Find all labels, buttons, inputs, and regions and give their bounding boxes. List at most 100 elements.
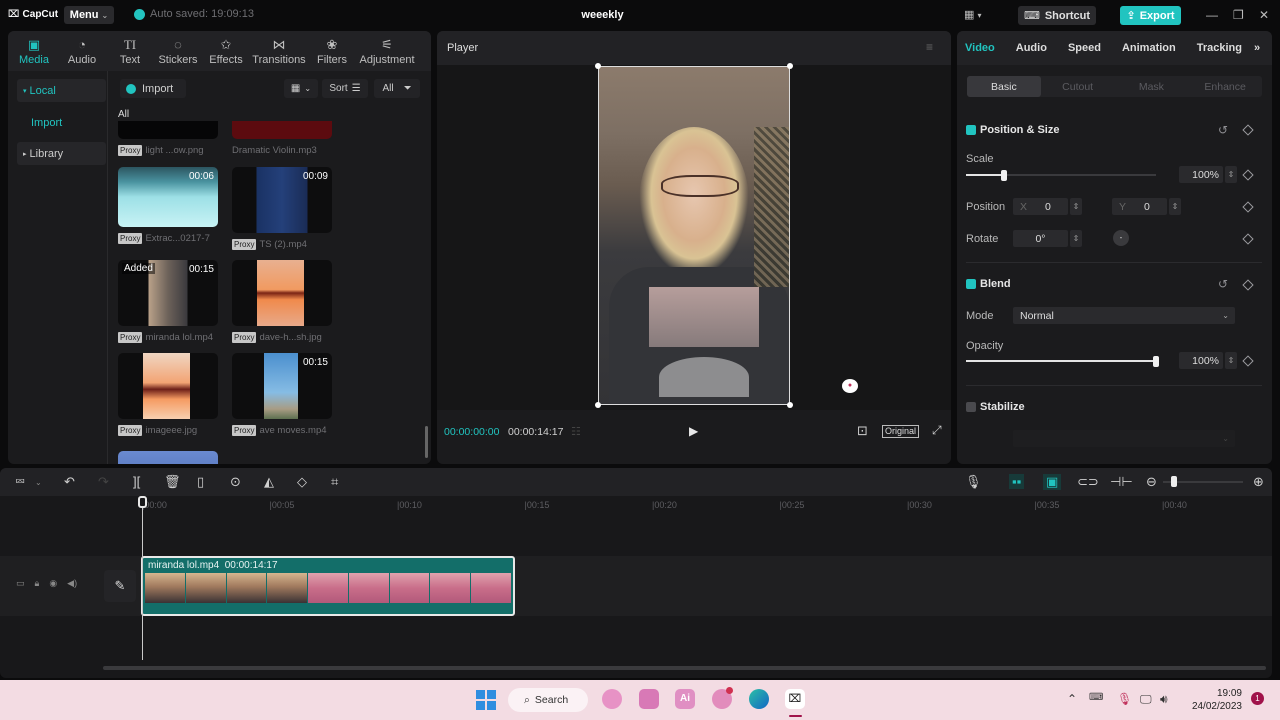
tool-stickers[interactable]: ◌ Stickers <box>154 31 202 71</box>
microphone-icon[interactable]: 🎙︎ <box>1117 692 1132 706</box>
more-tabs-icon[interactable]: » <box>1254 42 1260 54</box>
scale-slider-knob[interactable] <box>1001 170 1007 181</box>
sidebar-item-import[interactable]: Import <box>17 111 106 134</box>
tool-filters[interactable]: ❀ Filters <box>308 31 356 71</box>
scale-input[interactable]: 100% <box>1179 166 1223 183</box>
video-clip[interactable]: miranda lol.mp4 00:00:14:17 <box>141 556 515 616</box>
player-menu-icon[interactable]: ≡ <box>926 40 933 54</box>
position-size-checkbox[interactable] <box>966 125 976 135</box>
hello-kitty-sticker[interactable]: ● <box>842 379 858 393</box>
eye-icon[interactable]: ◉ <box>49 578 57 589</box>
scale-stepper[interactable]: ⇕ <box>1225 166 1237 183</box>
speaker-icon[interactable]: 🔊︎ <box>1160 692 1168 707</box>
vectornator-app-icon[interactable] <box>639 689 659 709</box>
mirror-icon[interactable]: ◭ <box>264 474 274 490</box>
tab-video[interactable]: Video <box>965 42 995 54</box>
layout-button[interactable]: ▦ ▾ <box>964 8 981 21</box>
auto-snap-icon[interactable]: ▣ <box>1043 474 1062 490</box>
export-button[interactable]: ⇪ Export <box>1120 6 1181 25</box>
restore-button[interactable]: ❐ <box>1233 8 1244 22</box>
rotate-dial[interactable]: - <box>1113 230 1129 246</box>
import-button[interactable]: Import <box>120 79 186 98</box>
tool-text[interactable]: TI Text <box>106 31 154 71</box>
timeline-ruler[interactable]: |00:00 |00:05 |00:10 |00:15 |00:20 |00:25 |00:… <box>0 496 1272 518</box>
subtab-cutout[interactable]: Cutout <box>1041 76 1115 97</box>
link-icon[interactable]: ⊂⊃ <box>1077 474 1099 490</box>
obs-app-icon[interactable] <box>602 689 622 709</box>
close-button[interactable]: ✕ <box>1259 8 1269 22</box>
edit-cover-button[interactable]: ✎ <box>104 570 136 602</box>
microphone-icon[interactable]: 🎙︎ <box>965 474 982 490</box>
keyframe-icon[interactable] <box>1242 124 1254 136</box>
opacity-stepper[interactable]: ⇕ <box>1225 352 1237 369</box>
position-y-input[interactable]: Y0 <box>1112 198 1167 215</box>
resize-handle[interactable] <box>595 402 601 408</box>
cover-icon[interactable]: ▭ <box>16 578 25 589</box>
playhead[interactable] <box>142 498 143 660</box>
delete-icon[interactable]: 🗑︎ <box>164 474 181 490</box>
media-item[interactable]: Proxy light ...ow.png <box>118 121 218 156</box>
taskbar-search[interactable]: ⌕ Search <box>508 688 588 712</box>
reset-icon[interactable]: ↺ <box>1218 277 1228 291</box>
media-item[interactable]: Proxy imageee.jpg <box>118 353 218 436</box>
sort-button[interactable]: Sort ☰ <box>322 79 368 98</box>
keyframe-icon[interactable] <box>1242 355 1254 367</box>
media-item[interactable]: 00:09 Proxy TS (2).mp4 <box>232 167 332 250</box>
stabilize-checkbox[interactable] <box>966 402 976 412</box>
media-item[interactable] <box>118 451 218 464</box>
ratio-button[interactable]: Original <box>882 425 920 438</box>
chevron-down-icon[interactable]: ⌄ <box>35 478 42 487</box>
fullscreen-icon[interactable]: ⤢ <box>932 423 942 438</box>
minimize-button[interactable]: — <box>1206 8 1218 22</box>
edge-app-icon[interactable] <box>749 689 769 709</box>
timeline-zoom-knob[interactable] <box>1171 476 1177 487</box>
blend-checkbox[interactable] <box>966 279 976 289</box>
subtab-enhance[interactable]: Enhance <box>1188 76 1262 97</box>
select-tool-icon[interactable]: ⮹ <box>15 474 25 490</box>
filter-button[interactable]: All ⏷ <box>374 79 420 98</box>
media-item[interactable]: 00:06 Proxy Extrac...0217-7 <box>118 167 218 244</box>
view-mode-button[interactable]: ▦ ⌄ <box>284 79 318 98</box>
tab-tracking[interactable]: Tracking <box>1197 42 1242 54</box>
crop-icon[interactable]: ⌗ <box>331 474 338 490</box>
position-x-input[interactable]: X0 <box>1013 198 1068 215</box>
undo-icon[interactable]: ↶ <box>64 474 75 490</box>
notification-badge[interactable]: 1 <box>1251 692 1264 705</box>
tool-audio[interactable]: ◔ Audio <box>58 31 106 71</box>
start-button[interactable] <box>476 690 496 710</box>
tab-speed[interactable]: Speed <box>1068 42 1101 54</box>
preview-axis-icon[interactable]: ⊣⊢ <box>1110 474 1133 490</box>
media-item[interactable]: Added 00:15 Proxy miranda lol.mp4 <box>118 260 218 343</box>
position-y-stepper[interactable]: ⇕ <box>1169 198 1181 215</box>
lock-icon[interactable]: 🔒︎ <box>35 578 40 589</box>
video-preview[interactable] <box>598 66 790 405</box>
keyframe-icon[interactable] <box>1242 169 1254 181</box>
resize-handle[interactable] <box>595 63 601 69</box>
network-icon[interactable]: 🖵 <box>1140 692 1152 707</box>
sidebar-item-library[interactable]: ▸ Library <box>17 142 106 165</box>
media-item[interactable]: 00:15 Proxy ave moves.mp4 <box>232 353 332 436</box>
redo-icon[interactable]: ↷ <box>98 474 109 490</box>
shortcut-button[interactable]: ⌨ Shortcut <box>1018 6 1096 25</box>
media-item[interactable]: Dramatic Violin.mp3 <box>232 121 332 156</box>
reset-icon[interactable]: ↺ <box>1218 123 1228 137</box>
timeline-grid-icon[interactable]: ☷ <box>571 425 581 438</box>
rotate-stepper[interactable]: ⇕ <box>1070 230 1082 247</box>
playhead-handle[interactable] <box>138 496 147 508</box>
illustrator-app-icon[interactable]: Ai <box>675 689 695 709</box>
opacity-slider-knob[interactable] <box>1153 356 1159 367</box>
blend-mode-select[interactable]: Normal ⌄ <box>1013 307 1235 324</box>
keyframe-icon[interactable] <box>1242 201 1254 213</box>
show-hidden-icons[interactable]: ⌃ <box>1067 692 1077 706</box>
tool-transitions[interactable]: ⋈ Transitions <box>250 31 308 71</box>
media-item[interactable]: Proxy dave-h...sh.jpg <box>232 260 332 343</box>
play-button[interactable]: ▶ <box>689 424 698 438</box>
media-scrollbar[interactable] <box>425 426 428 458</box>
reverse-icon[interactable]: ⊙ <box>230 474 241 490</box>
keyboard-icon[interactable]: ⌨ <box>1089 692 1103 703</box>
opacity-input[interactable]: 100% <box>1179 352 1223 369</box>
keyframe-icon[interactable] <box>1242 233 1254 245</box>
sidebar-item-local[interactable]: ▾ Local <box>17 79 106 102</box>
tool-adjustment[interactable]: ⚟ Adjustment <box>356 31 418 71</box>
clock[interactable]: 19:09 24/02/2023 <box>1186 687 1242 713</box>
